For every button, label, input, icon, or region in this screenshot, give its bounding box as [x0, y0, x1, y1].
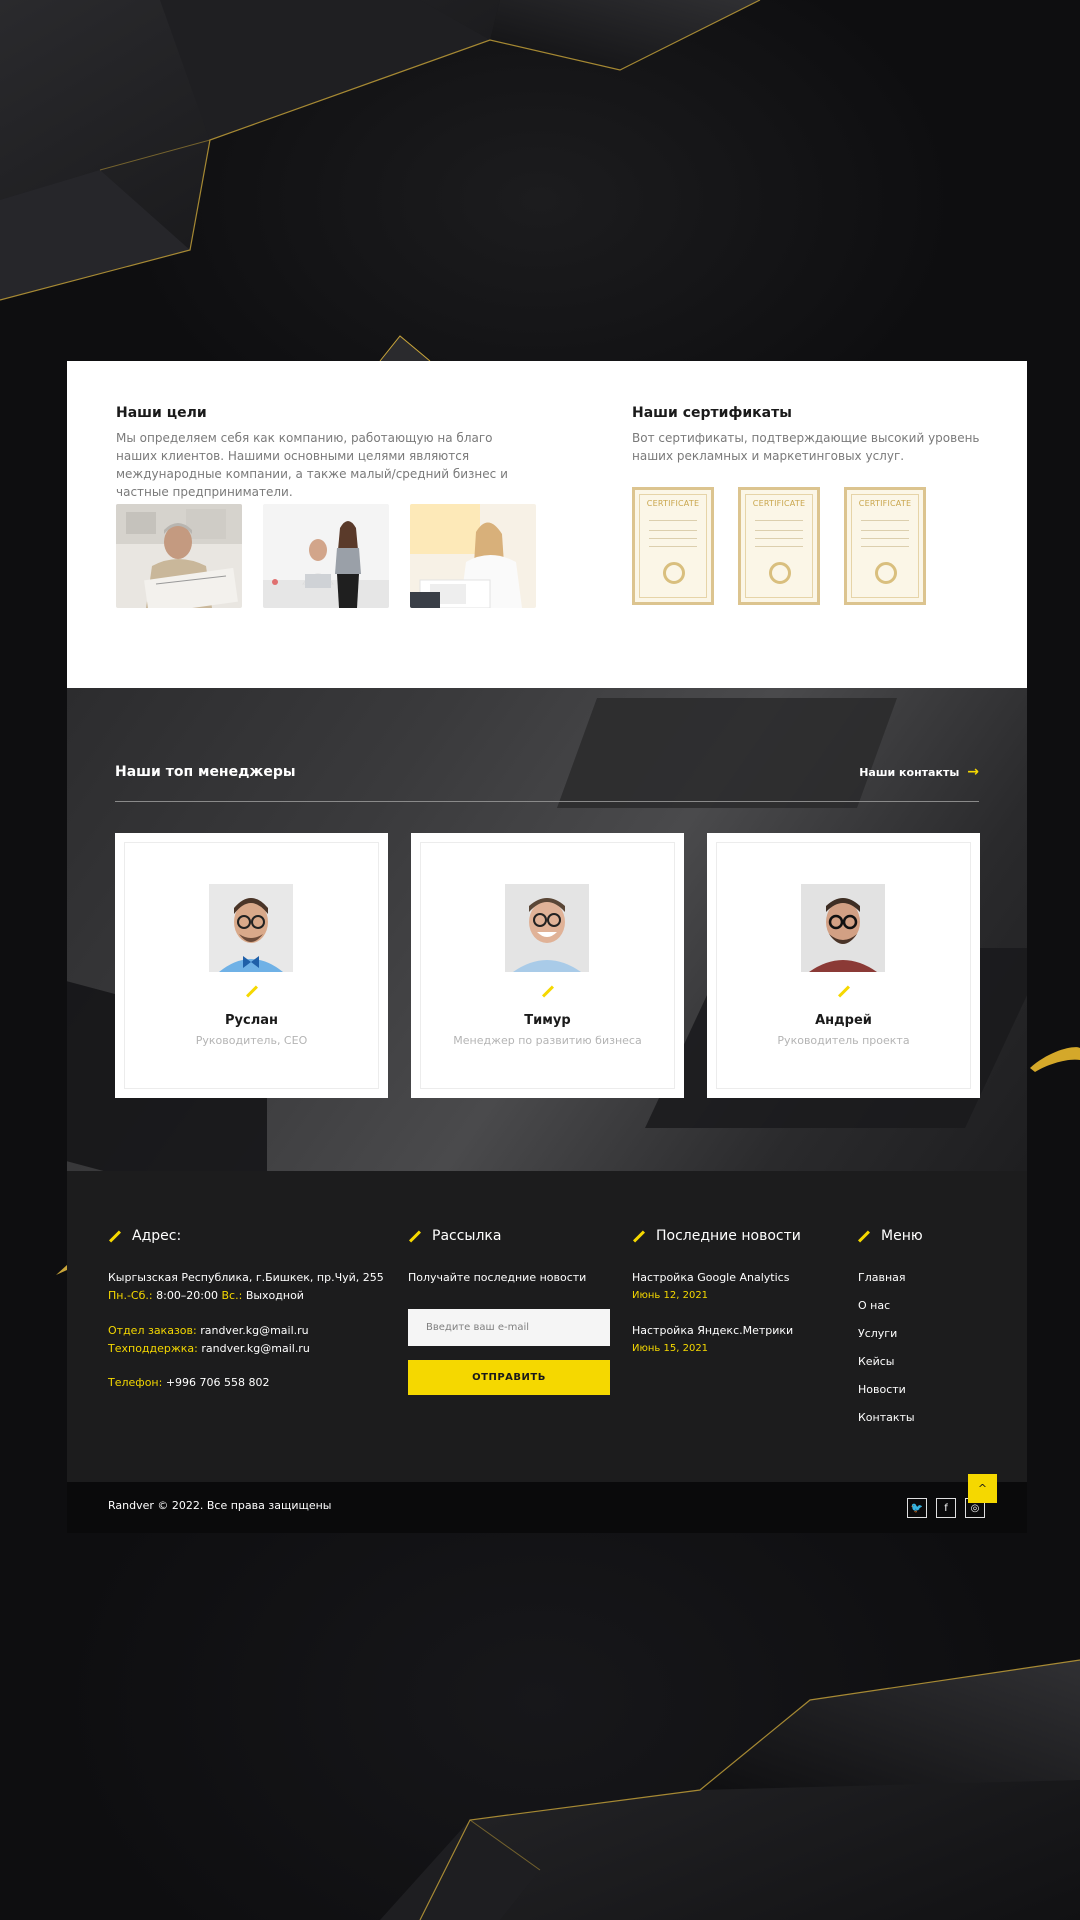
- goals-title: Наши цели: [116, 405, 207, 421]
- certificates-title: Наши сертификаты: [632, 405, 792, 421]
- phone-link[interactable]: +996 706 558 802: [166, 1376, 270, 1389]
- news-item-title[interactable]: Настройка Яндекс.Метрики: [632, 1322, 793, 1340]
- menu-item-cases[interactable]: Кейсы: [858, 1355, 894, 1368]
- slash-icon: [857, 1229, 871, 1243]
- certificate-1[interactable]: CERTIFICATE: [632, 487, 714, 605]
- footer: Адрес: Кыргызская Республика, г.Бишкек, …: [67, 1171, 1027, 1482]
- manager-role: Руководитель проекта: [777, 1034, 910, 1047]
- manager-photo: [209, 884, 293, 972]
- slash-icon: [632, 1229, 646, 1243]
- certificate-3[interactable]: CERTIFICATE: [844, 487, 926, 605]
- news-title: Последние новости: [632, 1228, 801, 1244]
- certificate-label: CERTIFICATE: [858, 499, 912, 508]
- menu-item-news[interactable]: Новости: [858, 1383, 906, 1396]
- manager-card[interactable]: Тимур Менеджер по развитию бизнеса: [411, 833, 684, 1098]
- news-item-date: Июнь 12, 2021: [632, 1290, 709, 1301]
- goals-text: Мы определяем себя как компанию, работаю…: [116, 431, 508, 499]
- orders-email-link[interactable]: randver.kg@mail.ru: [200, 1324, 308, 1337]
- bottom-bar: Randver © 2022. Все права защищены 🐦 f ◎: [67, 1482, 1027, 1533]
- newsletter-title: Рассылка: [408, 1228, 501, 1244]
- managers-section: Наши топ менеджеры Наши контакты → Русла…: [67, 688, 1027, 1171]
- working-hours: Пн.-Сб.: 8:00–20:00 Вс.: Выходной: [108, 1289, 304, 1302]
- goal-image-woman-writing: [410, 504, 536, 608]
- certificate-label: CERTIFICATE: [752, 499, 806, 508]
- divider: [115, 801, 979, 802]
- facebook-icon[interactable]: f: [936, 1498, 956, 1518]
- goal-image-engineer: [116, 504, 242, 608]
- certificate-label: CERTIFICATE: [646, 499, 700, 508]
- manager-photo: [801, 884, 885, 972]
- manager-role: Менеджер по развитию бизнеса: [453, 1034, 642, 1047]
- submit-button[interactable]: ОТПРАВИТЬ: [408, 1360, 610, 1395]
- manager-card[interactable]: Руслан Руководитель, CEO: [115, 833, 388, 1098]
- manager-card[interactable]: Андрей Руководитель проекта: [707, 833, 980, 1098]
- menu-item-contacts[interactable]: Контакты: [858, 1411, 915, 1424]
- menu-item-home[interactable]: Главная: [858, 1271, 906, 1284]
- news-item-title[interactable]: Настройка Google Analytics: [632, 1269, 789, 1287]
- contacts-link[interactable]: Наши контакты →: [859, 764, 979, 780]
- support-email: Техподдержка: randver.kg@mail.ru: [108, 1342, 310, 1355]
- newsletter-text: Получайте последние новости: [408, 1271, 587, 1284]
- twitter-icon[interactable]: 🐦: [907, 1498, 927, 1518]
- seal-icon: [769, 562, 791, 584]
- chevron-up-icon: ^: [977, 1482, 988, 1495]
- email-input[interactable]: [408, 1309, 610, 1346]
- contacts-link-label: Наши контакты: [859, 765, 960, 779]
- arrow-right-icon: →: [967, 764, 979, 780]
- news-item-date: Июнь 15, 2021: [632, 1343, 709, 1354]
- menu-item-about[interactable]: О нас: [858, 1299, 890, 1312]
- manager-role: Руководитель, CEO: [195, 1034, 308, 1047]
- phone: Телефон: +996 706 558 802: [108, 1376, 270, 1389]
- menu-item-services[interactable]: Услуги: [858, 1327, 897, 1340]
- manager-name: Тимур: [524, 1013, 571, 1028]
- menu-title: Меню: [857, 1228, 923, 1244]
- slash-icon: [108, 1229, 122, 1243]
- copyright: Randver © 2022. Все права защищены: [108, 1499, 332, 1512]
- address-title: Адрес:: [108, 1228, 181, 1244]
- certificate-2[interactable]: CERTIFICATE: [738, 487, 820, 605]
- seal-icon: [875, 562, 897, 584]
- manager-name: Андрей: [815, 1013, 872, 1028]
- manager-photo: [505, 884, 589, 972]
- address-line: Кыргызская Республика, г.Бишкек, пр.Чуй,…: [108, 1271, 384, 1284]
- manager-name: Руслан: [225, 1013, 278, 1028]
- slash-icon: [408, 1229, 422, 1243]
- managers-heading: Наши топ менеджеры: [115, 764, 296, 780]
- certificates-text: Вот сертификаты, подтверждающие высокий …: [632, 431, 980, 463]
- scroll-top-button[interactable]: ^: [968, 1474, 997, 1503]
- seal-icon: [663, 562, 685, 584]
- orders-email: Отдел заказов: randver.kg@mail.ru: [108, 1324, 309, 1337]
- info-panel: Наши цели Мы определяем себя как компани…: [67, 361, 1027, 688]
- support-email-link[interactable]: randver.kg@mail.ru: [201, 1342, 309, 1355]
- goal-image-team: [263, 504, 389, 608]
